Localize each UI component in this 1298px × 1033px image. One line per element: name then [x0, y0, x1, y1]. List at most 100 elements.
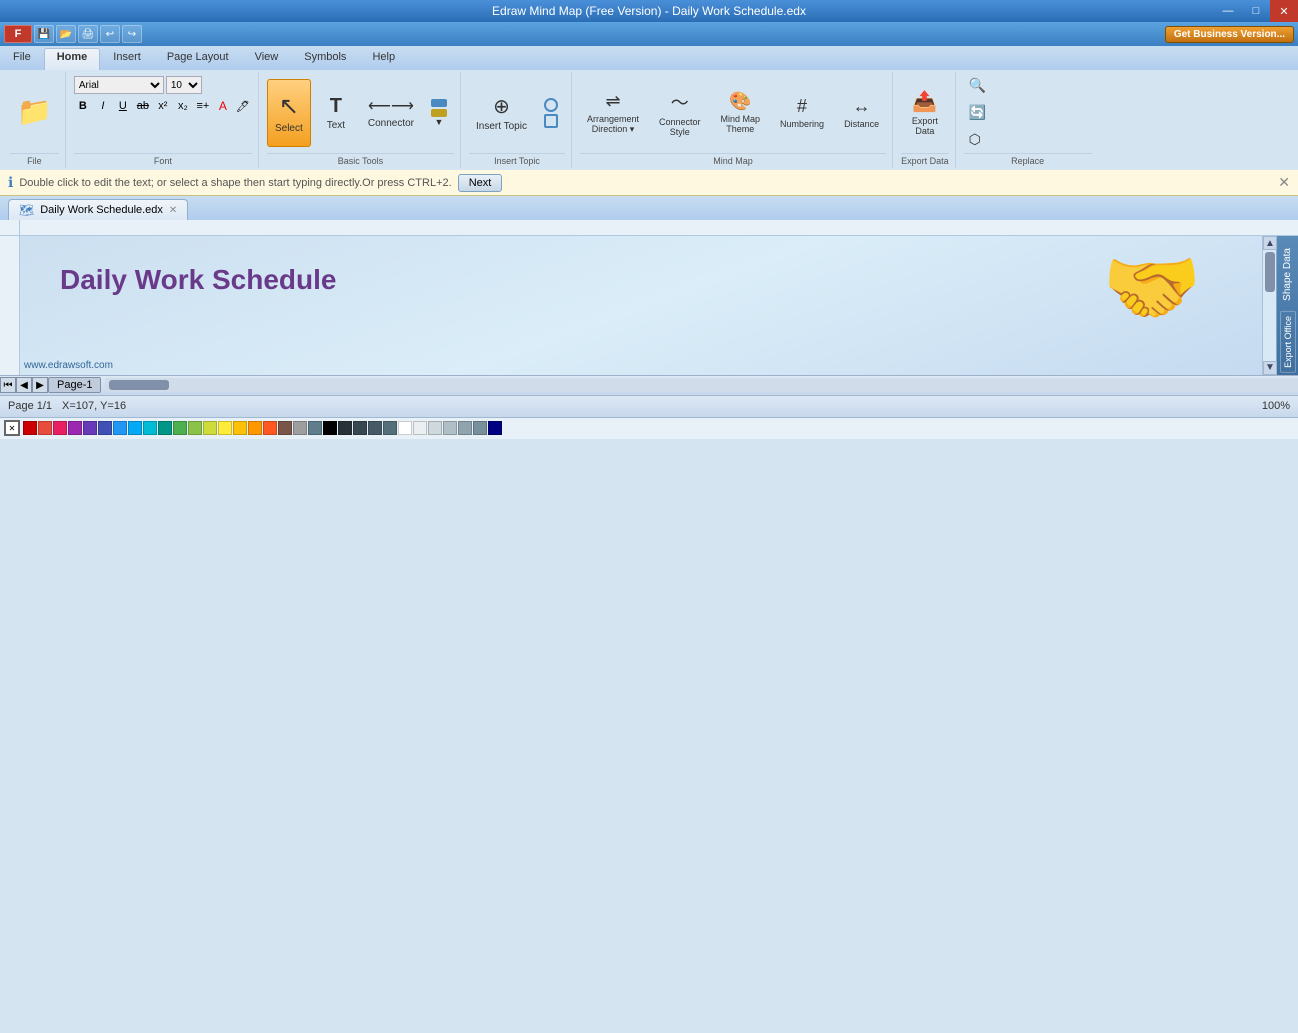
color-swatch[interactable] — [188, 421, 202, 435]
find-text-button[interactable]: 🔍 — [964, 74, 994, 97]
highlight-button[interactable]: 🖊 — [234, 97, 252, 115]
bold-button[interactable]: B — [74, 97, 92, 115]
color-swatch[interactable] — [23, 421, 37, 435]
color-swatch[interactable] — [68, 421, 82, 435]
export-data-button[interactable]: 📤 ExportData — [903, 79, 947, 147]
color-swatch[interactable] — [83, 421, 97, 435]
color-swatch[interactable] — [263, 421, 277, 435]
redo-button[interactable]: ↪ — [122, 25, 142, 43]
scroll-up-button[interactable]: ▲ — [1263, 236, 1277, 250]
subscript-button[interactable]: x₂ — [174, 97, 192, 115]
color-swatch[interactable] — [308, 421, 322, 435]
color-swatch[interactable] — [278, 421, 292, 435]
color-swatch[interactable] — [158, 421, 172, 435]
connector-tool-button[interactable]: ⟵⟶ Connector — [361, 79, 421, 147]
strikethrough-button[interactable]: ab — [134, 97, 152, 115]
underline-button[interactable]: U — [114, 97, 132, 115]
connector-style-button[interactable]: 〜 ConnectorStyle — [652, 79, 708, 147]
tab-view[interactable]: View — [242, 48, 292, 70]
color-swatch[interactable] — [323, 421, 337, 435]
tab-close-button[interactable]: ✕ — [169, 205, 177, 216]
undo-button[interactable]: ↩ — [100, 25, 120, 43]
page-tab[interactable]: Page-1 — [48, 377, 101, 393]
scroll-track[interactable] — [1263, 250, 1276, 361]
shape-data-label[interactable]: Shape Data — [1278, 240, 1297, 309]
document-tab[interactable]: 🗺 Daily Work Schedule.edx ✕ — [8, 199, 188, 220]
scroll-down-button[interactable]: ▼ — [1263, 361, 1277, 375]
nav-first-button[interactable]: ⏮ — [0, 377, 16, 393]
font-size-select[interactable]: 10 — [166, 76, 202, 94]
maximize-button[interactable]: □ — [1242, 0, 1270, 22]
open-button[interactable]: 📂 — [56, 25, 76, 43]
color-swatch[interactable] — [353, 421, 367, 435]
color-swatch[interactable] — [293, 421, 307, 435]
replace-shape-icon: ⬡ — [969, 131, 981, 148]
horizontal-scrollbar[interactable] — [105, 378, 1298, 392]
color-swatch[interactable] — [113, 421, 127, 435]
get-business-button[interactable]: Get Business Version... — [1165, 26, 1294, 43]
color-swatch[interactable] — [248, 421, 262, 435]
color-swatch[interactable] — [173, 421, 187, 435]
file-button[interactable]: F — [4, 25, 32, 43]
color-swatch[interactable] — [128, 421, 142, 435]
color-swatch[interactable] — [98, 421, 112, 435]
superscript-button[interactable]: x² — [154, 97, 172, 115]
color-swatch[interactable] — [53, 421, 67, 435]
text-tool-button[interactable]: T Text — [314, 79, 358, 147]
scroll-thumb[interactable] — [1265, 252, 1275, 292]
mind-map-theme-button[interactable]: 🎨 Mind MapTheme — [714, 79, 768, 147]
canvas-area[interactable]: Daily Work Schedule — [20, 236, 1262, 375]
tab-symbols[interactable]: Symbols — [291, 48, 359, 70]
file-menu-button[interactable]: 📁 — [10, 79, 59, 147]
color-swatch[interactable] — [368, 421, 382, 435]
replace-text-button[interactable]: 🔄 — [964, 101, 994, 124]
color-swatch[interactable] — [488, 421, 502, 435]
color-palette: ✕ — [0, 417, 1298, 439]
minimize-button[interactable]: — — [1214, 0, 1242, 22]
insert-topic-button[interactable]: ⊕ Insert Topic — [469, 79, 534, 147]
numbering-button[interactable]: # Numbering — [773, 79, 831, 147]
color-swatch[interactable] — [218, 421, 232, 435]
tab-page-layout[interactable]: Page Layout — [154, 48, 242, 70]
close-button[interactable]: ✕ — [1270, 0, 1298, 22]
color-swatch[interactable] — [233, 421, 247, 435]
ribbon-content: 📁 File Arial 10 B I U ab x² x₂ ≡+ — [0, 70, 1298, 170]
font-color-button[interactable]: A — [214, 97, 232, 115]
save-button[interactable]: 💾 — [34, 25, 54, 43]
info-close-button[interactable]: ✕ — [1278, 174, 1290, 191]
color-swatch[interactable] — [398, 421, 412, 435]
color-swatch[interactable] — [443, 421, 457, 435]
insert-options-button[interactable] — [537, 79, 565, 147]
tab-insert[interactable]: Insert — [100, 48, 154, 70]
italic-button[interactable]: I — [94, 97, 112, 115]
tab-home[interactable]: Home — [44, 48, 101, 70]
color-swatch[interactable] — [338, 421, 352, 435]
arrangement-direction-button[interactable]: ⇌ ArrangementDirection ▾ — [580, 79, 646, 147]
hscroll-thumb[interactable] — [109, 380, 169, 390]
select-tool-button[interactable]: ↖ Select — [267, 79, 311, 147]
no-color-swatch[interactable]: ✕ — [4, 420, 20, 436]
color-swatch[interactable] — [203, 421, 217, 435]
print-button[interactable]: 🖨 — [78, 25, 98, 43]
tab-help[interactable]: Help — [359, 48, 408, 70]
color-swatch[interactable] — [428, 421, 442, 435]
color-swatch[interactable] — [143, 421, 157, 435]
status-bar: Page 1/1 X=107, Y=16 100% — [0, 395, 1298, 417]
export-office-icon[interactable]: Export Office — [1280, 311, 1296, 373]
nav-next-button[interactable]: ▶ — [32, 377, 48, 393]
distance-button[interactable]: ↔ Distance — [837, 79, 886, 147]
more-tools-button[interactable]: ▼ — [424, 79, 454, 147]
color-swatch[interactable] — [473, 421, 487, 435]
nav-prev-button[interactable]: ◀ — [16, 377, 32, 393]
font-family-select[interactable]: Arial — [74, 76, 164, 94]
indent-button[interactable]: ≡+ — [194, 97, 212, 115]
arrangement-icon: ⇌ — [605, 91, 620, 112]
next-button[interactable]: Next — [458, 174, 503, 192]
tab-file[interactable]: File — [0, 48, 44, 70]
vertical-scrollbar[interactable]: ▲ ▼ — [1262, 236, 1276, 375]
color-swatch[interactable] — [413, 421, 427, 435]
color-swatch[interactable] — [383, 421, 397, 435]
color-swatch[interactable] — [458, 421, 472, 435]
replace-shape-button[interactable]: ⬡ — [964, 128, 989, 151]
color-swatch[interactable] — [38, 421, 52, 435]
